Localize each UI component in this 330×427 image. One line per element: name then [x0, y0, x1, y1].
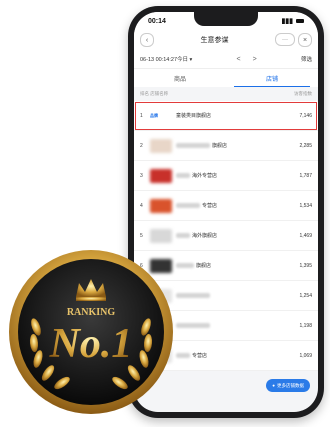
visitor-value: 1,069 — [299, 352, 312, 359]
visitor-value: 1,534 — [299, 202, 312, 209]
nav-bar: ‹ 生意参谋 ··· × — [134, 30, 318, 50]
back-button[interactable]: ‹ — [140, 33, 154, 47]
filter-button[interactable]: 筛选 — [301, 55, 312, 63]
col-rank-name: 排名 店铺名称 — [140, 91, 169, 96]
more-shop-data-button[interactable]: ● 更多店铺数据 — [266, 379, 310, 392]
table-row[interactable]: 1 品牌 童装类目旗舰店 7,146 — [134, 101, 318, 131]
shop-name: 专营店 — [192, 353, 208, 359]
shop-name: 童装类目旗舰店 — [176, 113, 212, 119]
tab-products[interactable]: 商品 — [134, 69, 226, 87]
row-rank: 5 — [140, 232, 143, 239]
date-selector[interactable]: 06-13 00:14:27今日 ▾ — [140, 55, 192, 63]
shop-name: 旗舰店 — [196, 263, 212, 269]
nav-title: 生意参谋 — [200, 37, 229, 44]
tab-bar: 商品 店铺 — [134, 69, 318, 87]
visitor-value: 2,285 — [299, 142, 312, 149]
row-rank: 2 — [140, 142, 143, 149]
next-date-icon[interactable]: > — [253, 56, 257, 63]
visitor-value: 1,469 — [299, 232, 312, 239]
tab-shops[interactable]: 店铺 — [226, 69, 318, 87]
visitor-value: 1,254 — [299, 292, 312, 299]
shop-name: 海外旗舰店 — [192, 233, 218, 239]
table-row[interactable]: 4 专营店 1,534 — [134, 191, 318, 221]
shop-name: 专营店 — [202, 203, 218, 209]
blurred-text — [176, 233, 190, 238]
shop-logo: 品牌 — [150, 112, 158, 118]
row-rank: 3 — [140, 172, 143, 179]
status-time: 00:14 — [148, 17, 166, 25]
close-button[interactable]: × — [298, 33, 312, 47]
blurred-text — [176, 353, 190, 358]
more-button[interactable]: ··· — [275, 33, 295, 46]
battery-icon — [296, 19, 304, 23]
row-rank: 4 — [140, 202, 143, 209]
blurred-text — [176, 293, 210, 298]
date-bar: 06-13 00:14:27今日 ▾ < > 筛选 — [134, 50, 318, 69]
shop-name: 旗舰店 — [212, 143, 228, 149]
shop-thumbnail — [150, 168, 172, 183]
phone-notch — [194, 12, 258, 26]
shop-thumbnail — [150, 138, 172, 153]
badge-ranking-text: RANKING — [67, 307, 116, 318]
visitor-value: 1,787 — [299, 172, 312, 179]
shop-thumbnail — [150, 198, 172, 213]
shop-name: 海外专营店 — [192, 173, 218, 179]
blurred-text — [176, 173, 190, 178]
visitor-value: 1,395 — [299, 262, 312, 269]
blurred-text — [176, 143, 210, 148]
table-row[interactable]: 3 海外专营店 1,787 — [134, 161, 318, 191]
blurred-text — [176, 323, 210, 328]
ranking-no1-badge: RANKING No.1 — [9, 250, 173, 414]
badge-no1-text: No.1 — [49, 321, 133, 367]
visitor-value: 7,146 — [299, 112, 312, 119]
blurred-text — [176, 203, 200, 208]
blurred-text — [176, 263, 194, 268]
col-visitor-index: 访客指数 — [294, 91, 312, 96]
row-rank: 1 — [140, 112, 143, 119]
table-header: 排名 店铺名称 访客指数 — [134, 87, 318, 101]
table-row[interactable]: 2 旗舰店 2,285 — [134, 131, 318, 161]
chat-icon: ● — [272, 383, 275, 388]
status-icons: ▮▮▮ — [281, 17, 304, 25]
prev-date-icon[interactable]: < — [237, 56, 241, 63]
fab-label: 更多店铺数据 — [277, 382, 304, 388]
shop-thumbnail — [150, 228, 172, 243]
signal-icon: ▮▮▮ — [281, 18, 293, 25]
visitor-value: 1,198 — [299, 322, 312, 329]
